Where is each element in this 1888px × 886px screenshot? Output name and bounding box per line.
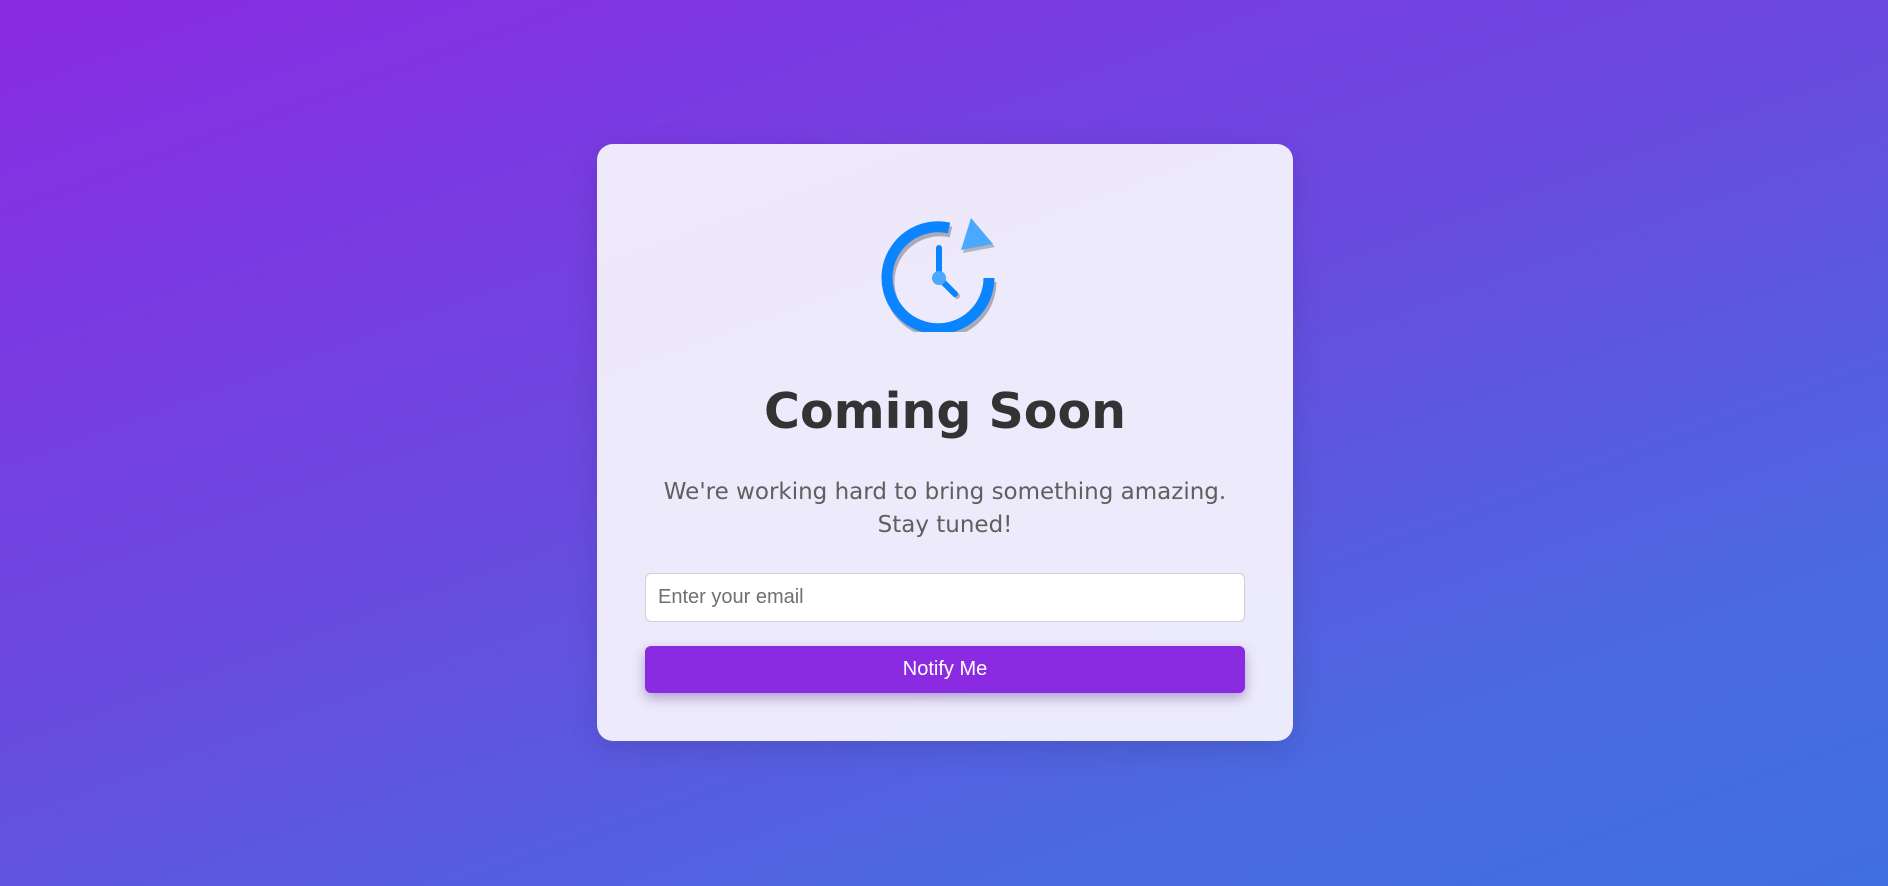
notify-me-button[interactable]: Notify Me [645, 646, 1245, 693]
subtitle-text: We're working hard to bring something am… [663, 479, 1227, 538]
clock-refresh-icon [879, 202, 1009, 332]
page-title: Coming Soon [764, 383, 1126, 440]
email-input[interactable] [645, 573, 1245, 622]
coming-soon-card: Coming Soon We're working hard to bring … [597, 144, 1293, 741]
